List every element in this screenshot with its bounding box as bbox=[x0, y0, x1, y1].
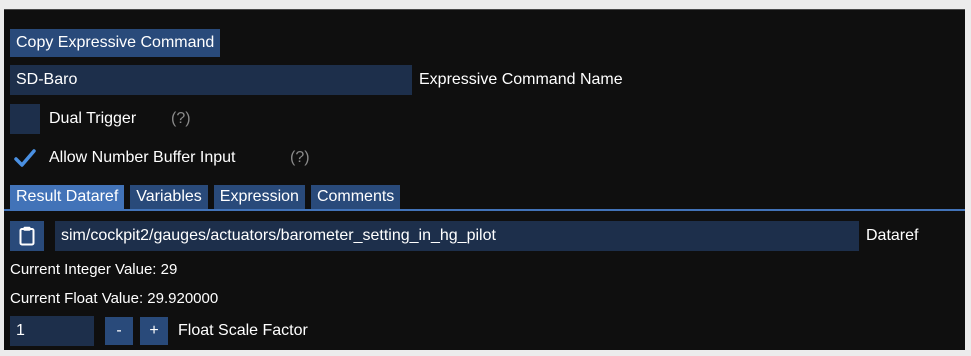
tab-underline bbox=[4, 209, 965, 211]
paste-dataref-button[interactable] bbox=[10, 221, 44, 251]
dual-trigger-checkbox[interactable] bbox=[10, 104, 40, 134]
allow-number-buffer-help[interactable]: (?) bbox=[290, 143, 310, 173]
copy-expressive-command-button[interactable]: Copy Expressive Command bbox=[10, 29, 221, 57]
tab-comments[interactable]: Comments bbox=[310, 185, 401, 209]
command-name-label: Expressive Command Name bbox=[419, 71, 623, 88]
dataref-label: Dataref bbox=[866, 227, 919, 244]
decrement-button[interactable]: - bbox=[105, 317, 133, 345]
command-name-input[interactable]: SD-Baro bbox=[10, 65, 412, 95]
scale-factor-label: Float Scale Factor bbox=[178, 322, 308, 339]
tab-result-dataref[interactable]: Result Dataref bbox=[10, 185, 125, 209]
tab-bar: Result Dataref Variables Expression Comm… bbox=[10, 185, 401, 209]
tab-variables[interactable]: Variables bbox=[130, 185, 208, 209]
tab-expression[interactable]: Expression bbox=[213, 185, 305, 209]
dual-trigger-help[interactable]: (?) bbox=[171, 104, 191, 134]
dual-trigger-label: Dual Trigger bbox=[49, 110, 137, 127]
current-integer-value: Current Integer Value: 29 bbox=[10, 261, 178, 278]
scale-factor-input[interactable]: 1 bbox=[10, 316, 94, 346]
clipboard-icon bbox=[19, 226, 35, 246]
increment-button[interactable]: + bbox=[140, 317, 168, 345]
current-float-value: Current Float Value: 29.920000 bbox=[10, 290, 219, 307]
expressive-command-panel: Copy Expressive Command SD-Baro Expressi… bbox=[4, 9, 965, 350]
allow-number-buffer-label: Allow Number Buffer Input bbox=[49, 149, 236, 166]
checkmark-icon bbox=[14, 149, 36, 167]
allow-number-buffer-checkbox[interactable] bbox=[10, 143, 40, 173]
dataref-input[interactable]: sim/cockpit2/gauges/actuators/barometer_… bbox=[55, 221, 859, 251]
